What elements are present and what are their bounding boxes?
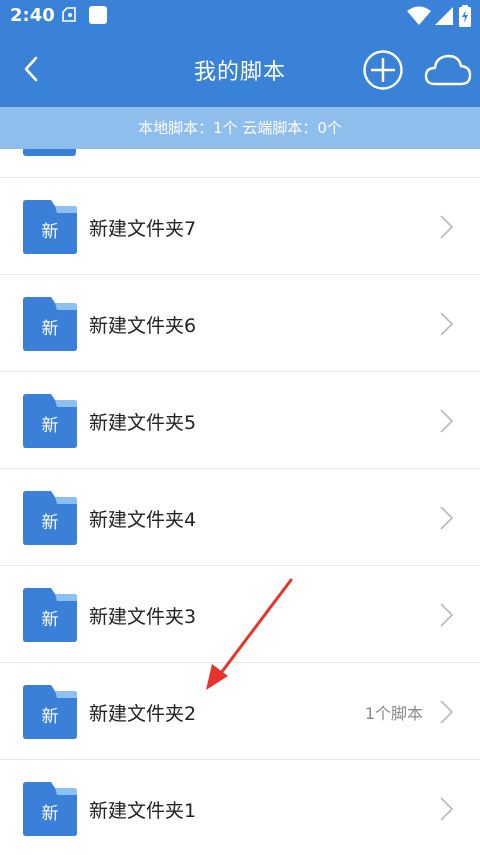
cloud-icon <box>424 54 472 86</box>
folder-script-count: 1个脚本 <box>364 704 423 723</box>
app-notification-icon <box>88 5 108 29</box>
folder-name: 新建文件夹4 <box>89 509 197 531</box>
folder-icon: 新 <box>23 394 77 448</box>
folder-name: 新建文件夹7 <box>89 218 197 240</box>
cellular-signal-icon <box>434 6 454 30</box>
notification-icon <box>60 6 78 28</box>
folder-row[interactable]: 新 新建文件夹6 <box>0 275 480 372</box>
folder-icon: 新 <box>23 297 77 351</box>
wifi-icon <box>407 6 431 30</box>
add-button[interactable] <box>362 49 404 91</box>
folder-icon <box>23 149 76 156</box>
folder-name: 新建文件夹5 <box>89 412 197 434</box>
script-count-summary: 本地脚本：1个 云端脚本：0个 <box>0 107 480 149</box>
folder-list[interactable]: 新 新建文件夹7 新 新建文件夹6 新 新建文件夹5 新 新建文件夹4 新 新建… <box>0 149 480 855</box>
cloud-button[interactable] <box>424 52 472 88</box>
list-item-partial[interactable] <box>0 149 480 178</box>
status-time: 2:40 <box>10 5 55 26</box>
folder-badge: 新 <box>41 707 59 727</box>
chevron-right-icon <box>440 700 454 724</box>
folder-badge: 新 <box>41 513 59 533</box>
folder-name: 新建文件夹6 <box>89 315 197 337</box>
folder-badge: 新 <box>41 222 59 242</box>
page-title: 我的脚本 <box>193 60 286 85</box>
chevron-right-icon <box>440 409 454 433</box>
chevron-right-icon <box>440 797 454 821</box>
folder-name: 新建文件夹3 <box>89 606 197 628</box>
folder-badge: 新 <box>41 804 59 824</box>
folder-name: 新建文件夹1 <box>89 800 197 822</box>
folder-badge: 新 <box>41 416 59 436</box>
folder-icon: 新 <box>23 200 77 254</box>
chevron-right-icon <box>440 603 454 627</box>
app-bar: 我的脚本 <box>0 32 480 107</box>
chevron-right-icon <box>440 215 454 239</box>
folder-icon: 新 <box>23 782 77 836</box>
chevron-right-icon <box>440 506 454 530</box>
folder-row[interactable]: 新 新建文件夹7 <box>0 178 480 275</box>
folder-icon: 新 <box>23 685 77 739</box>
chevron-right-icon <box>440 312 454 336</box>
folder-icon: 新 <box>23 491 77 545</box>
folder-name: 新建文件夹2 <box>89 703 197 725</box>
plus-circle-icon <box>363 50 403 90</box>
folder-row[interactable]: 新 新建文件夹2 1个脚本 <box>0 663 480 760</box>
folder-badge: 新 <box>41 319 59 339</box>
folder-row[interactable]: 新 新建文件夹1 <box>0 760 480 855</box>
folder-row[interactable]: 新 新建文件夹3 <box>0 566 480 663</box>
folder-row[interactable]: 新 新建文件夹4 <box>0 469 480 566</box>
status-bar: 2:40 <box>0 0 480 32</box>
folder-icon: 新 <box>23 588 77 642</box>
folder-row[interactable]: 新 新建文件夹5 <box>0 372 480 469</box>
battery-icon <box>459 5 471 31</box>
folder-badge: 新 <box>41 610 59 630</box>
